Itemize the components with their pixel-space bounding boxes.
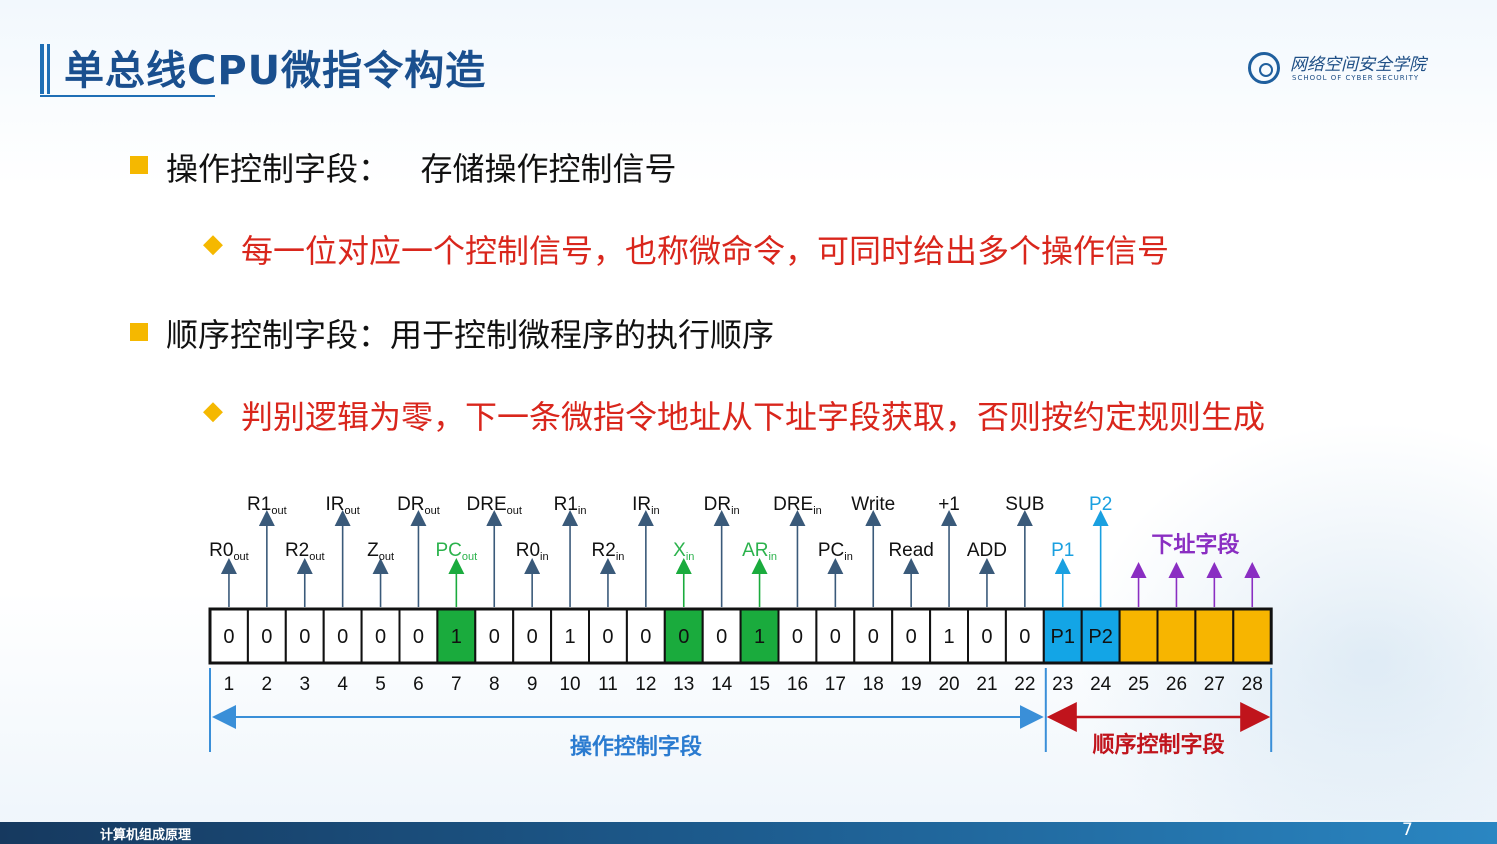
bit-number: 28 bbox=[1242, 674, 1263, 695]
bit-number: 19 bbox=[901, 674, 922, 695]
bit-number: 13 bbox=[673, 674, 694, 695]
bit-value: 0 bbox=[868, 626, 879, 648]
bit-value: 0 bbox=[792, 626, 803, 648]
bit-value: 0 bbox=[489, 626, 500, 648]
bit-cell bbox=[1156, 608, 1197, 664]
signal-label: Read bbox=[888, 540, 933, 561]
signal-label: IRout bbox=[326, 494, 360, 517]
bit-number: 24 bbox=[1090, 674, 1112, 695]
bit-number: 27 bbox=[1204, 674, 1225, 695]
bit-number: 25 bbox=[1128, 674, 1149, 695]
bit-number: 1 bbox=[224, 674, 235, 695]
bit-value: 0 bbox=[413, 626, 424, 648]
bit-value: 0 bbox=[640, 626, 651, 648]
bit-number: 12 bbox=[635, 674, 656, 695]
bit-value: 0 bbox=[261, 626, 272, 648]
signal-label: ADD bbox=[967, 540, 1007, 561]
op-field-label: 操作控制字段 bbox=[570, 734, 702, 760]
bit-number: 4 bbox=[337, 674, 348, 695]
signal-label: R1in bbox=[554, 494, 587, 517]
bit-number: 18 bbox=[863, 674, 884, 695]
bit-value: 0 bbox=[299, 626, 310, 648]
page-number: 7 bbox=[1402, 820, 1413, 840]
signal-label: R0out bbox=[209, 540, 249, 563]
signal-label: DREin bbox=[773, 494, 822, 517]
bit-number: 14 bbox=[711, 674, 733, 695]
bit-number: 16 bbox=[787, 674, 808, 695]
signal-label: PCout bbox=[435, 540, 477, 563]
bit-value: 1 bbox=[451, 626, 462, 648]
signal-label: R0in bbox=[516, 540, 549, 563]
next-address-field-label: 下址字段 bbox=[1151, 532, 1239, 558]
bit-number: 20 bbox=[938, 674, 959, 695]
bit-value: 0 bbox=[906, 626, 917, 648]
footer-bar bbox=[0, 822, 1497, 844]
bit-value: 0 bbox=[223, 626, 234, 648]
bit-value: 0 bbox=[981, 626, 992, 648]
signal-label: R1out bbox=[247, 494, 287, 517]
bit-value: 0 bbox=[678, 626, 689, 648]
signal-label: Xin bbox=[673, 540, 694, 563]
signal-label: DRout bbox=[397, 494, 440, 517]
bit-value: 0 bbox=[716, 626, 727, 648]
bit-number: 17 bbox=[825, 674, 846, 695]
signal-label: Write bbox=[851, 494, 895, 515]
microinstruction-format-diagram: 0102030405061708091100110120130141150160… bbox=[208, 494, 1273, 760]
bit-value: 1 bbox=[754, 626, 765, 648]
signal-label: SUB bbox=[1005, 494, 1044, 515]
bit-cell bbox=[1232, 608, 1273, 664]
bit-number: 8 bbox=[489, 674, 500, 695]
bit-number: 15 bbox=[749, 674, 770, 695]
seq-field-label: 顺序控制字段 bbox=[1092, 732, 1224, 758]
bit-value: P2 bbox=[1088, 626, 1112, 648]
bit-number: 23 bbox=[1052, 674, 1073, 695]
bit-number: 5 bbox=[375, 674, 386, 695]
bit-value: 1 bbox=[943, 626, 954, 648]
bit-number: 3 bbox=[299, 674, 310, 695]
bit-cell bbox=[1118, 608, 1159, 664]
footer-course-name: 计算机组成原理 bbox=[100, 828, 192, 843]
signal-label: Zout bbox=[367, 540, 394, 563]
bit-value: 0 bbox=[527, 626, 538, 648]
signal-label: R2out bbox=[285, 540, 325, 563]
bit-value: 1 bbox=[564, 626, 575, 648]
bit-value: P1 bbox=[1051, 626, 1075, 648]
signal-label: DREout bbox=[467, 494, 522, 517]
signal-label: R2in bbox=[592, 540, 625, 563]
bit-value: 0 bbox=[602, 626, 613, 648]
signal-label: ARin bbox=[742, 540, 777, 563]
bit-number: 9 bbox=[527, 674, 538, 695]
bit-number: 21 bbox=[976, 674, 997, 695]
bit-value: 0 bbox=[375, 626, 386, 648]
signal-label: IRin bbox=[632, 494, 660, 517]
bit-value: 0 bbox=[337, 626, 348, 648]
signal-label: P1 bbox=[1051, 540, 1074, 561]
bit-number: 22 bbox=[1014, 674, 1035, 695]
bit-number: 26 bbox=[1166, 674, 1187, 695]
bit-value: 0 bbox=[1019, 626, 1030, 648]
bit-number: 7 bbox=[451, 674, 462, 695]
signal-label: +1 bbox=[938, 494, 960, 515]
signal-label: P2 bbox=[1089, 494, 1112, 515]
bit-cell bbox=[1194, 608, 1235, 664]
bit-number: 11 bbox=[598, 674, 618, 695]
bit-number: 6 bbox=[413, 674, 424, 695]
signal-label: PCin bbox=[818, 540, 853, 563]
bit-number: 10 bbox=[559, 674, 580, 695]
bit-number: 2 bbox=[262, 674, 273, 695]
signal-label: DRin bbox=[704, 494, 740, 517]
bit-value: 0 bbox=[830, 626, 841, 648]
